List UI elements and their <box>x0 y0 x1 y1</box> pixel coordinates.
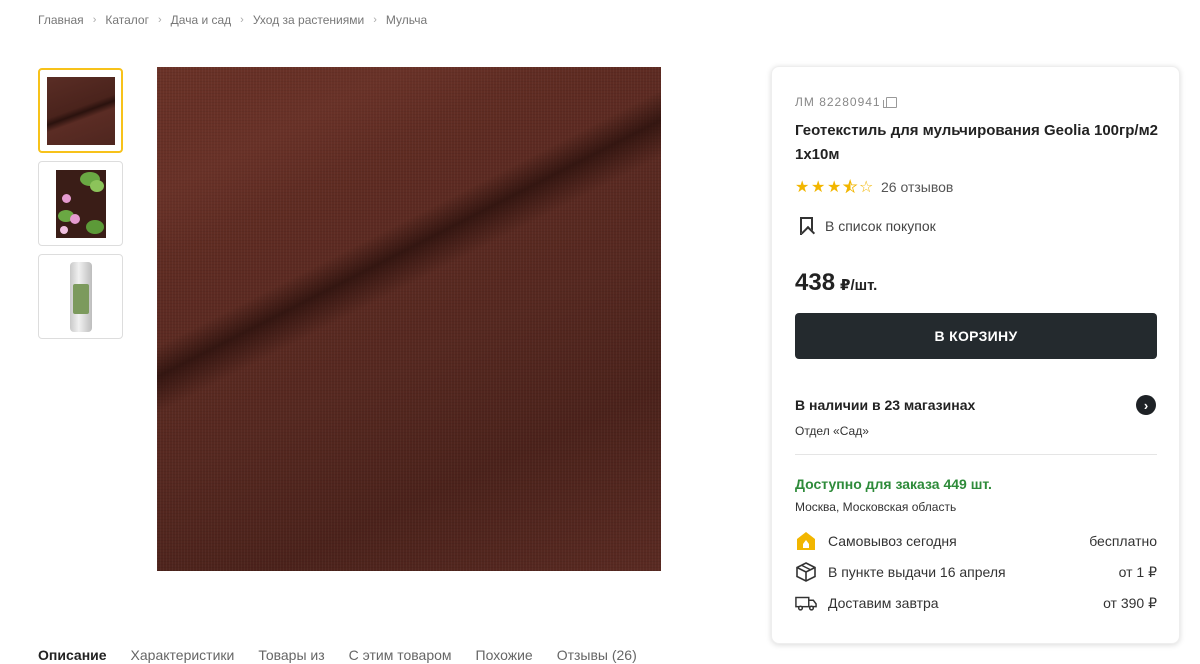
thumbnail-fabric[interactable] <box>38 68 123 153</box>
garden-image <box>55 169 106 238</box>
chevron-right-circle-icon[interactable]: › <box>1136 395 1156 415</box>
star-full-icon: ★ <box>827 179 842 196</box>
breadcrumb-catalog[interactable]: Каталог <box>105 13 149 27</box>
delivery-price: бесплатно <box>1089 533 1157 549</box>
breadcrumb-home[interactable]: Главная <box>38 13 84 27</box>
delivery-courier: Доставим завтра от 390 ₽ <box>795 593 1157 613</box>
roll-image <box>69 261 92 332</box>
department-label: Отдел «Сад» <box>795 424 869 438</box>
tab-characteristics[interactable]: Характеристики <box>131 646 235 664</box>
star-half-icon: ★ <box>843 179 858 197</box>
rating-stars: ★ ★ ★ ★ ☆ <box>795 177 875 197</box>
delivery-pickup: Самовывоз сегодня бесплатно <box>795 531 1157 551</box>
box-icon <box>795 562 817 582</box>
tab-description[interactable]: Описание <box>38 646 107 664</box>
store-availability[interactable]: В наличии в 23 магазинах <box>795 397 975 413</box>
chevron-right-icon: › <box>157 14 162 26</box>
chevron-right-icon: › <box>92 14 97 26</box>
star-full-icon: ★ <box>795 179 810 196</box>
product-rating: ★ ★ ★ ★ ☆ 26 отзывов <box>795 177 953 197</box>
delivery-label: В пункте выдачи 16 апреля <box>828 564 1006 580</box>
pickup-store-icon <box>795 531 817 551</box>
tab-bought-together[interactable]: С этим товаром <box>349 646 452 664</box>
thumbnail-garden[interactable] <box>38 161 123 246</box>
price-unit: ₽/шт. <box>840 277 878 294</box>
truck-icon <box>795 593 817 613</box>
tab-reviews[interactable]: Отзывы (26) <box>557 646 637 664</box>
product-tabs: Описание Характеристики Товары из С этим… <box>38 646 661 664</box>
breadcrumb-plant-care[interactable]: Уход за растениями <box>253 13 364 27</box>
sku-text: ЛМ 82280941 <box>795 95 881 109</box>
price-amount: 438 <box>795 269 836 296</box>
product-title: Геотекстиль для мульчирования Geolia 100… <box>795 122 1159 163</box>
order-availability: Доступно для заказа 449 шт. <box>795 476 992 492</box>
add-to-cart-button[interactable]: В КОРЗИНУ <box>795 313 1157 359</box>
breadcrumb-mulch[interactable]: Мульча <box>386 13 427 27</box>
thumbnail-roll[interactable] <box>38 254 123 339</box>
delivery-label: Доставим завтра <box>828 595 939 611</box>
divider <box>795 454 1157 455</box>
thumbnail-list <box>38 68 123 347</box>
fabric-image <box>46 76 115 145</box>
breadcrumb: Главная › Каталог › Дача и сад › Уход за… <box>38 13 427 27</box>
breadcrumb-garden[interactable]: Дача и сад <box>171 13 232 27</box>
product-price: 438 ₽/шт. <box>795 269 877 297</box>
product-info-card: ЛМ 82280941 Геотекстиль для мульчировани… <box>771 66 1180 644</box>
main-product-image[interactable] <box>157 67 661 571</box>
tab-collection[interactable]: Товары из <box>258 646 324 664</box>
add-to-shopping-list[interactable]: В список покупок <box>795 217 936 235</box>
star-empty-icon: ☆ <box>859 179 874 196</box>
chevron-right-icon: › <box>240 14 244 26</box>
star-full-icon: ★ <box>811 179 826 196</box>
shopping-list-label: В список покупок <box>825 218 936 234</box>
bookmark-icon <box>800 217 813 235</box>
product-sku: ЛМ 82280941 <box>795 95 897 109</box>
chevron-right-icon: › <box>373 14 377 26</box>
region-label[interactable]: Москва, Московская область <box>795 500 956 514</box>
delivery-label: Самовывоз сегодня <box>828 533 957 549</box>
reviews-link[interactable]: 26 отзывов <box>881 179 953 195</box>
delivery-price: от 1 ₽ <box>1118 563 1157 580</box>
copy-icon[interactable] <box>882 96 897 108</box>
delivery-pickup-point: В пункте выдачи 16 апреля от 1 ₽ <box>795 562 1157 582</box>
tab-similar[interactable]: Похожие <box>476 646 533 664</box>
delivery-price: от 390 ₽ <box>1103 594 1157 611</box>
